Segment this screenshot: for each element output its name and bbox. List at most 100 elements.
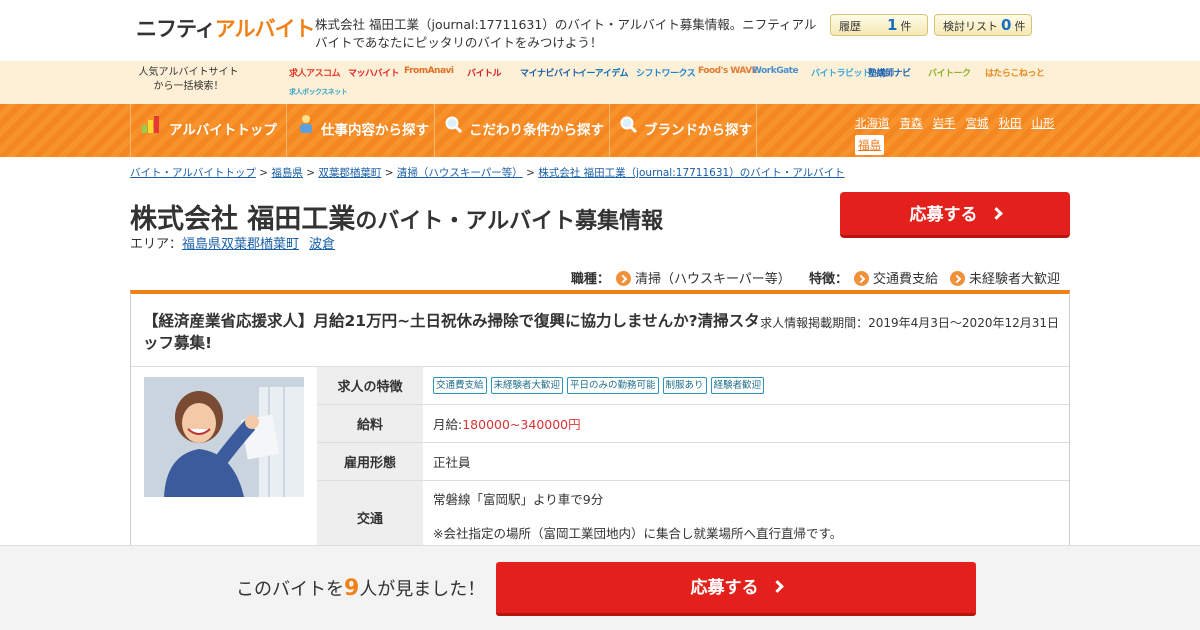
title-suffix: のバイト・アルバイト募集情報 <box>355 209 664 234</box>
access-line: ※会社指定の場所（富岡工業団地内）に集合し就業場所へ直行直帰です。 <box>433 526 843 541</box>
main-nav: アルバイトトップ 仕事内容から探す こだわり条件から探す ブランドから探す 北海… <box>0 104 1200 157</box>
apply-button-bottom[interactable]: 応募する <box>496 562 976 616</box>
prefecture-link[interactable]: 青森 <box>900 113 923 133</box>
site-header: ニフティアルバイト 株式会社 福田工業（journal:17711631）のバイ… <box>0 0 1200 61</box>
partner-site-link[interactable]: バイトラビット <box>811 66 871 79</box>
partner-site-link[interactable]: Food's WAVE <box>698 66 758 76</box>
table-row: 交通 常磐線「富岡駅」より車で9分 ※会社指定の場所（富岡工業団地内）に集合し就… <box>317 481 1069 553</box>
history-count: 1 <box>887 16 898 34</box>
partner-site-link[interactable]: WorkGate <box>752 66 799 76</box>
apply-label: 応募する <box>690 578 759 598</box>
breadcrumb-link[interactable]: バイト・アルバイトトップ <box>130 167 256 179</box>
partner-site-link[interactable]: 塾講師ナビ <box>868 66 911 79</box>
history-button[interactable]: 履歴 1 件 <box>830 14 928 36</box>
prefecture-link[interactable]: 宮城 <box>966 113 989 133</box>
row-header: 雇用形態 <box>317 443 423 480</box>
row-header: 求人の特徴 <box>317 367 423 404</box>
area-label: エリア： <box>130 237 183 252</box>
nav-label: こだわり条件から探す <box>469 122 604 139</box>
partner-site-link[interactable]: マイナビバイト <box>520 66 580 79</box>
row-value: 正社員 <box>433 455 471 470</box>
breadcrumb: バイト・アルバイトトップ > 福島県 > 双葉郡楢葉町 > 清掃（ハウスキーパー… <box>130 167 845 179</box>
bar-chart-icon <box>141 104 163 157</box>
row-header: 給料 <box>317 405 423 442</box>
prefecture-link[interactable]: 岩手 <box>933 113 956 133</box>
sticky-apply-bar: このバイトを9人が見ました！ 応募する <box>0 545 1200 630</box>
site-logo[interactable]: ニフティアルバイト <box>136 13 316 43</box>
table-row: 雇用形態 正社員 <box>317 443 1069 481</box>
row-header: 交通 <box>317 481 423 553</box>
partner-site-link[interactable]: 求人アスコム <box>289 66 341 79</box>
feature-badge: 交通費支給 <box>433 377 487 394</box>
breadcrumb-current[interactable]: 株式会社 福田工業（journal:17711631）のバイト・アルバイト <box>538 167 844 179</box>
breadcrumb-link[interactable]: 福島県 <box>271 167 303 179</box>
feature-value: 交通費支給 <box>872 272 938 287</box>
prefecture-link[interactable]: 山形 <box>1032 113 1055 133</box>
partner-site-link[interactable]: マッハバイト <box>348 66 400 79</box>
partner-site-link[interactable]: バイトル <box>467 66 502 79</box>
nav-label: ブランドから探す <box>644 122 752 139</box>
nav-search-by-brand[interactable]: ブランドから探す <box>609 104 757 157</box>
person-icon <box>297 104 315 157</box>
magnifier-icon <box>620 104 638 157</box>
posting-period: 求人情報掲載期間：2019年4月3日～2020年12月31日 <box>760 316 1059 330</box>
prefecture-links: 北海道 青森 岩手 宮城 秋田 山形福島 <box>855 112 1075 155</box>
row-value: 月給: 180000~340000円 <box>423 405 1069 442</box>
partner-site-link[interactable]: 求人ボックスネット <box>289 87 348 97</box>
history-label: 履歴 <box>839 20 861 33</box>
nav-arubaito-top[interactable]: アルバイトトップ <box>130 104 285 157</box>
feature-value: 未経験者大歓迎 <box>968 272 1060 287</box>
feature-badge: 平日のみの勤務可能 <box>567 377 659 394</box>
chevron-right-icon <box>989 206 1003 220</box>
job-details-table: 求人の特徴 交通費支給 未経験者大歓迎 平日のみの勤務可能 制服あり 経験者歓迎 給料 … <box>317 367 1069 553</box>
salary-prefix: 月給: <box>433 417 463 432</box>
table-row: 求人の特徴 交通費支給 未経験者大歓迎 平日のみの勤務可能 制服あり 経験者歓迎 <box>317 367 1069 405</box>
consider-list-button[interactable]: 検討リスト 0 件 <box>934 14 1032 36</box>
job-photo <box>144 377 304 497</box>
access-line: 常磐線「富岡駅」より車で9分 <box>433 492 604 507</box>
feature-key: 特徴： <box>808 272 848 287</box>
breadcrumb-link[interactable]: 双葉郡楢葉町 <box>318 167 381 179</box>
partner-site-link[interactable]: はたらこねっと <box>985 66 1045 79</box>
row-value: 常磐線「富岡駅」より車で9分 ※会社指定の場所（富岡工業団地内）に集合し就業場所… <box>423 481 1069 553</box>
feature-badge: 制服あり <box>662 377 707 394</box>
page-title: 株式会社 福田工業のバイト・アルバイト募集情報 <box>130 197 663 236</box>
apply-label: 応募する <box>909 205 978 225</box>
header-description: 株式会社 福田工業（journal:17711631）のバイト・アルバイト募集情… <box>315 17 817 50</box>
partner-site-link[interactable]: FromAnavi <box>404 66 454 76</box>
prefecture-link[interactable]: 北海道 <box>855 113 890 133</box>
partner-sites-label: 人気アルバイトサイトから一括検索！ <box>138 67 239 92</box>
nav-search-by-job[interactable]: 仕事内容から探す <box>286 104 433 157</box>
nav-label: アルバイトトップ <box>169 122 277 139</box>
table-row: 給料 月給: 180000~340000円 <box>317 405 1069 443</box>
area-link-town[interactable]: 波倉 <box>309 237 335 252</box>
partner-site-link[interactable]: バイトーク <box>928 66 971 79</box>
job-type-key: 職種： <box>570 272 610 287</box>
area-info: エリア：福島県双葉郡楢葉町 波倉 <box>130 233 345 252</box>
partner-site-link[interactable]: イーアイデム <box>578 66 629 79</box>
arrow-circle-icon <box>853 271 869 286</box>
partner-sites-bar: 人気アルバイトサイトから一括検索！ 求人アスコム マッハバイト FromAnavi バ… <box>0 61 1200 104</box>
row-value: 交通費支給 未経験者大歓迎 平日のみの勤務可能 制服あり 経験者歓迎 <box>423 367 1069 404</box>
company-name: 株式会社 福田工業 <box>130 204 356 235</box>
view-count: このバイトを9人が見ました！ <box>236 575 485 601</box>
seen-suffix: 人が見ました！ <box>359 579 486 600</box>
consider-count: 0 <box>1001 16 1012 34</box>
apply-button-top[interactable]: 応募する <box>840 192 1070 238</box>
salary-value: 180000~340000円 <box>462 417 581 432</box>
arrow-circle-icon <box>615 271 631 286</box>
job-type-value: 清掃（ハウスキーパー等） <box>634 272 791 287</box>
area-link-city[interactable]: 福島県双葉郡楢葉町 <box>182 237 299 252</box>
prefecture-link[interactable]: 秋田 <box>999 113 1022 133</box>
feature-badge: 経験者歓迎 <box>710 377 765 394</box>
partner-site-link[interactable]: シフトワークス <box>636 66 696 79</box>
nav-label: 仕事内容から探す <box>321 122 429 139</box>
consider-unit: 件 <box>1014 20 1026 33</box>
breadcrumb-link[interactable]: 清掃（ハウスキーパー等） <box>397 167 523 179</box>
logo-text-nifty: ニフティ <box>136 17 216 41</box>
chevron-right-icon <box>770 579 784 593</box>
logo-text-arubaito: アルバイト <box>214 17 316 41</box>
history-unit: 件 <box>900 20 912 33</box>
prefecture-link-selected[interactable]: 福島 <box>855 135 884 155</box>
nav-search-by-condition[interactable]: こだわり条件から探す <box>434 104 608 157</box>
